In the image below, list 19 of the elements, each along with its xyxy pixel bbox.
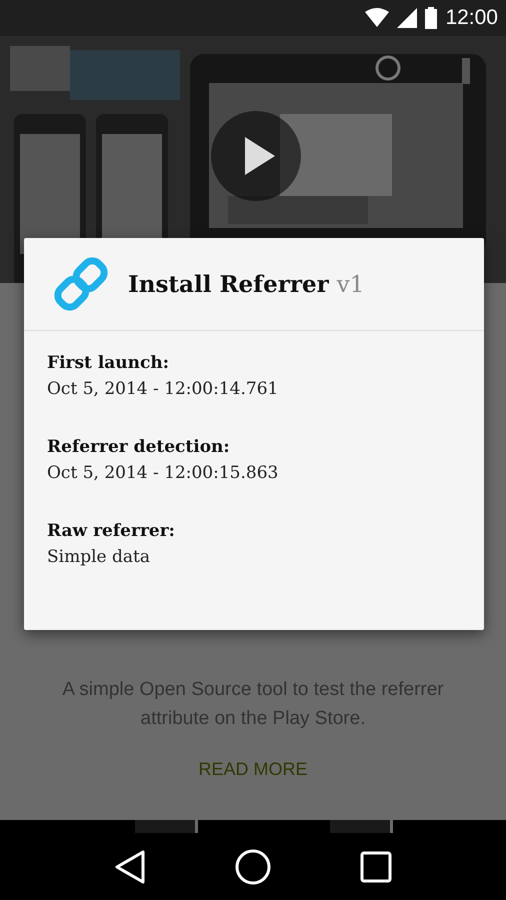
screenshot-thumbnail[interactable] [135,820,198,833]
recents-icon[interactable] [360,850,392,882]
signal-icon [397,8,418,28]
field-label: Referrer detection: [47,437,231,457]
field-label: Raw referrer: [47,521,176,541]
field-label: First launch: [47,353,170,373]
field-value: Oct 5, 2014 - 12:00:14.761 [47,379,280,399]
clock: 12:00 [445,6,498,30]
home-icon[interactable] [234,848,271,884]
field-value: Simple data [47,547,151,567]
dialog-title: Install Referrer v1 [128,270,364,298]
app-description: A simple Open Source tool to test the referrer attribute on the Play Store. [61,678,445,731]
screenshot-thumbnail[interactable] [330,820,393,833]
play-icon[interactable] [211,111,301,201]
back-icon[interactable] [114,848,146,884]
wifi-icon [365,8,390,28]
battery-icon [425,7,438,29]
field-value: Oct 5, 2014 - 12:00:15.863 [47,463,280,483]
read-more-link[interactable]: READ MORE [188,753,318,786]
